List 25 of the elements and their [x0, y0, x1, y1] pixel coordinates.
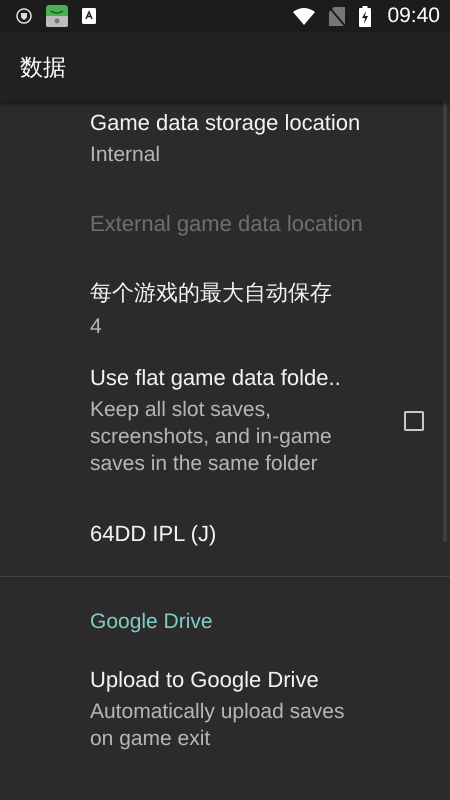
battery-icon [359, 6, 372, 26]
category-header: Google Drive [90, 610, 213, 634]
shield-icon [16, 8, 32, 24]
setting-title: Use flat game data folde.. [90, 365, 342, 391]
setting-title: Game data storage location [90, 110, 362, 136]
status-time: 09:40 [387, 4, 440, 28]
no-sim-icon [329, 6, 346, 26]
setting-summary: Automatically upload saves on game exit [90, 699, 346, 752]
checkbox-setting[interactable]: Use flat game data folde.. Keep all slot saves, screenshots, and in-game saves in the same folder [0, 351, 450, 491]
setting-item[interactable]: 每个游戏的最大自动保存 4 [0, 266, 450, 351]
checkbox[interactable] [404, 411, 424, 431]
setting-summary: 4 [90, 314, 103, 340]
app-icon [46, 5, 68, 27]
setting-item[interactable]: 64DD IPL (J) [0, 491, 450, 576]
setting-title: 每个游戏的最大自动保存 [90, 278, 333, 306]
setting-summary: Internal [90, 142, 162, 168]
wifi-icon [293, 8, 316, 24]
setting-item[interactable]: Game data storage location Internal [0, 102, 450, 181]
keyboard-icon [82, 8, 96, 24]
setting-summary: Keep all slot saves, screenshots, and in-game saves in the same folder [90, 397, 333, 477]
screen-title: 数据 [20, 52, 66, 82]
setting-title: Upload to Google Drive [90, 667, 320, 693]
setting-title: External game data location [90, 210, 364, 236]
setting-title: 64DD IPL (J) [90, 520, 218, 546]
setting-item[interactable]: Upload to Google Drive Automatically upload saves on game exit [0, 667, 450, 752]
